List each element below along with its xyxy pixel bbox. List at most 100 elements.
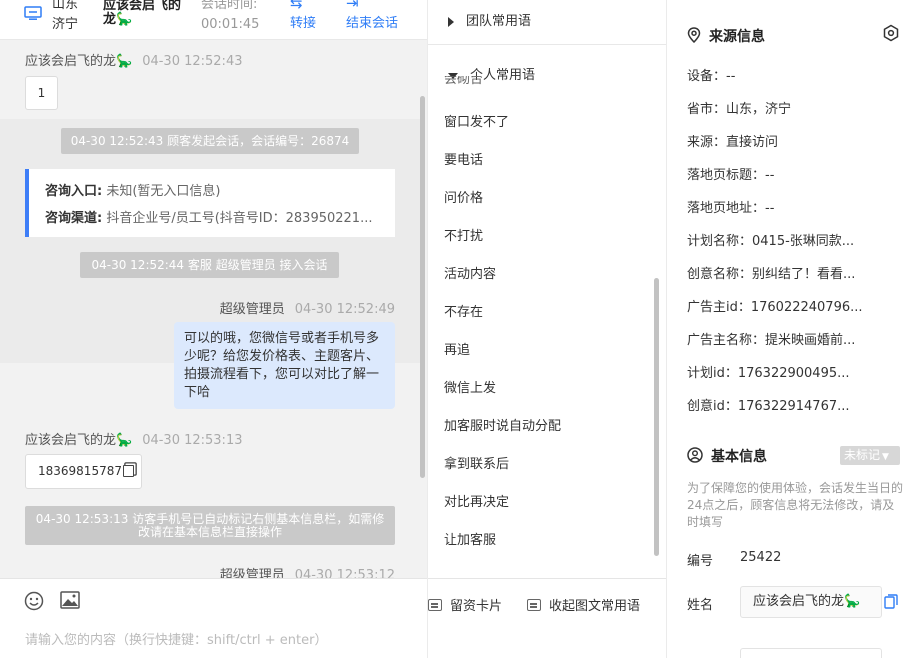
field-creative-name: 创意名称：别纠结了！看看...	[687, 267, 856, 282]
end-session-button[interactable]: ⇥ 结束会话	[346, 0, 398, 31]
group-team-phrases[interactable]: 团队常用语	[448, 10, 531, 29]
copy-icon[interactable]	[122, 465, 134, 477]
sender-name: 超级管理员	[219, 568, 285, 578]
phrase-item[interactable]: 问价格	[444, 187, 483, 206]
next-field-input[interactable]	[740, 648, 882, 658]
visitor-name: 应该会启飞的 龙🦕	[103, 0, 195, 27]
phrase-list: 会砌台 窗口发不了 要电话 问价格 不打扰 活动内容 不存在 再追 微信上发 加…	[428, 76, 658, 556]
phrase-item[interactable]: 窗口发不了	[444, 111, 509, 130]
section-basic-info: 基本信息	[687, 446, 767, 466]
field-plan-id: 计划id：176322900495...	[687, 366, 850, 381]
phrase-scrollbar[interactable]	[654, 278, 659, 556]
name-input[interactable]: 应该会启飞的龙🦕	[740, 586, 882, 618]
phrase-item[interactable]: 不存在	[444, 301, 483, 320]
session-timer: 会话时间: 00:01:45	[201, 0, 259, 35]
system-notice: 04-30 12:53:13 访客手机号已自动标记右侧基本信息栏，如需修改请在基…	[25, 506, 395, 545]
chat-panel: 山东 济宁 应该会启飞的 龙🦕 会话时间: 00:01:45 ⇆ 转接 ⇥ 结束…	[0, 0, 427, 658]
message-input[interactable]: 请输入您的内容（换行快捷键：shift/ctrl + enter）	[25, 629, 328, 648]
lead-card-label: 留资卡片	[450, 599, 503, 614]
visitor-name-line2: 龙🦕	[103, 12, 133, 27]
field-province: 省市：山东，济宁	[687, 102, 792, 117]
caret-down-icon: ▼	[882, 452, 889, 462]
chat-input-area: 请输入您的内容（换行快捷键：shift/ctrl + enter）	[0, 578, 427, 658]
sender-name: 应该会启飞的龙🦕	[25, 54, 133, 69]
transfer-button[interactable]: ⇆ 转接	[290, 0, 316, 31]
image-icon[interactable]	[60, 591, 80, 609]
transfer-icon: ⇆	[290, 0, 303, 12]
divider	[428, 44, 666, 45]
channel-label: 咨询渠道:	[45, 211, 103, 226]
location-pin-icon	[687, 27, 701, 43]
phrase-item[interactable]: 活动内容	[444, 263, 496, 282]
message-time: 04-30 12:53:13	[142, 433, 243, 448]
lead-card-button[interactable]: 留资卡片	[428, 595, 502, 614]
location-province: 山东	[52, 0, 79, 12]
field-creative-id: 创意id：176322914767...	[687, 399, 850, 414]
monitor-icon	[24, 6, 42, 20]
field-advertiser-name: 广告主名称：提米映画婚前...	[687, 333, 856, 348]
section-title: 来源信息	[709, 29, 765, 45]
transfer-label: 转接	[290, 16, 317, 31]
tag-label: 未标记	[844, 448, 881, 462]
phrase-item[interactable]: 加客服时说自动分配	[444, 415, 561, 434]
phrase-item[interactable]: 微信上发	[444, 377, 496, 396]
field-number-label: 编号	[687, 554, 714, 569]
user-icon	[687, 447, 703, 463]
collapse-phrases-button[interactable]: 收起图文常用语	[527, 595, 640, 614]
field-landing-url: 落地页地址：--	[687, 201, 775, 216]
timer-label: 会话时间:	[201, 0, 258, 12]
system-notice: 04-30 12:52:43 顾客发起会话，会话编号：26874	[61, 128, 359, 154]
message-sender: 超级管理员 04-30 12:52:49	[220, 298, 395, 317]
group-label: 团队常用语	[466, 14, 532, 29]
visitor-message[interactable]: 18369815787	[25, 454, 142, 489]
entry-value: 未知(暂无入口信息)	[106, 184, 221, 199]
field-landing-title: 落地页标题：--	[687, 168, 775, 183]
chat-header: 山东 济宁 应该会启飞的 龙🦕 会话时间: 00:01:45 ⇆ 转接 ⇥ 结束…	[0, 0, 427, 40]
quick-phrases-panel: 团队常用语 个人常用语 会砌台 窗口发不了 要电话 问价格 不打扰 活动内容 不…	[427, 0, 667, 658]
message-time: 04-30 12:52:43	[142, 54, 243, 69]
phrase-item[interactable]: 对比再决定	[444, 491, 509, 510]
field-number-value: 25422	[740, 550, 782, 565]
entry-label: 咨询入口:	[45, 184, 103, 199]
phrase-actions: 留资卡片 收起图文常用语	[428, 578, 666, 658]
message-sender: 应该会启飞的龙🦕 04-30 12:52:43	[25, 50, 242, 69]
phrase-item[interactable]: 让加客服	[444, 529, 496, 548]
caret-right-icon	[448, 16, 454, 27]
channel-value: 抖音企业号/员工号(抖音号ID：283950221...	[106, 211, 373, 226]
message-sender: 应该会启飞的龙🦕 04-30 12:53:13	[25, 429, 242, 448]
message-time: 04-30 12:53:12	[294, 568, 395, 578]
customer-info-panel: 来源信息 设备：-- 省市：山东，济宁 来源：直接访问 落地页标题：-- 落地页…	[667, 0, 923, 658]
message-list[interactable]: 应该会启飞的龙🦕 04-30 12:52:43 1 04-30 12:52:43 …	[0, 40, 427, 578]
emoji-icon[interactable]	[24, 591, 44, 611]
visitor-location: 山东 济宁	[52, 0, 78, 35]
phrase-item[interactable]: 拿到联系后	[444, 453, 509, 472]
agent-message[interactable]: 可以的哦，您微信号或者手机号多少呢？给您发价格表、主题客片、拍摄流程看下，您可以…	[174, 322, 395, 409]
timer-value: 00:01:45	[201, 17, 260, 32]
section-source-info: 来源信息	[687, 26, 765, 46]
field-device: 设备：--	[687, 69, 736, 84]
card-icon	[428, 599, 442, 611]
field-plan-name: 计划名称：0415-张琳同款...	[687, 234, 855, 249]
phrase-item[interactable]: 要电话	[444, 149, 483, 168]
system-notice: 04-30 12:52:44 客服 超级管理员 接入会话	[80, 252, 339, 278]
message-sender: 超级管理员 04-30 12:53:12	[220, 564, 395, 578]
tag-dropdown[interactable]: 未标记 ▼	[840, 446, 900, 465]
phrase-item[interactable]: 不打扰	[444, 225, 483, 244]
consult-channel: 咨询渠道: 抖音企业号/员工号(抖音号ID：283950221...	[45, 207, 372, 226]
message-time: 04-30 12:52:49	[294, 302, 395, 317]
sender-name: 应该会启飞的龙🦕	[25, 433, 133, 448]
sender-name: 超级管理员	[219, 302, 285, 317]
collapse-phrases-label: 收起图文常用语	[549, 599, 641, 614]
phrase-item[interactable]: 再追	[444, 339, 470, 358]
settings-icon[interactable]	[882, 24, 900, 42]
copy-icon[interactable]	[884, 594, 898, 609]
section-title: 基本信息	[711, 449, 767, 465]
field-name-label: 姓名	[687, 598, 714, 613]
end-session-label: 结束会话	[346, 16, 399, 31]
phrase-item[interactable]: 会砌台	[444, 76, 483, 87]
exit-icon: ⇥	[346, 0, 359, 12]
location-city: 济宁	[52, 17, 79, 32]
chat-scrollbar[interactable]	[420, 96, 425, 478]
phone-number: 18369815787	[38, 464, 122, 478]
visitor-message[interactable]: 1	[25, 76, 58, 110]
